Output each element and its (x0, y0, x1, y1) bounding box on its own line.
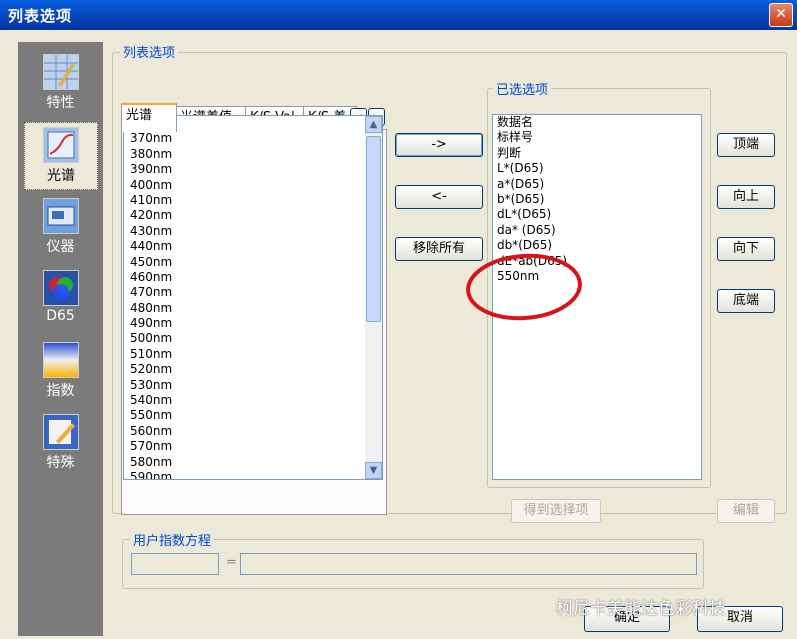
list-item[interactable]: 560nm (124, 424, 382, 439)
sidebar-item-properties[interactable]: 特性 (18, 50, 103, 116)
available-list-scrollbar[interactable]: ▲ ▼ (365, 116, 382, 479)
list-item[interactable]: 550nm (124, 408, 382, 423)
sidebar-item-special[interactable]: 特殊 (18, 410, 103, 476)
instrument-icon (42, 198, 79, 234)
tab-spectrum[interactable]: 光谱 (121, 103, 177, 132)
selected-list-item[interactable]: dL*(D65) (493, 207, 701, 222)
remove-button[interactable]: <- (395, 185, 483, 209)
sidebar-item-label: 指数 (46, 383, 75, 399)
list-item[interactable]: 370nm (124, 131, 382, 146)
selected-list-item[interactable]: a*(D65) (493, 177, 701, 192)
selected-options-legend: 已选选项 (493, 79, 552, 98)
close-button[interactable]: ✕ (769, 3, 793, 27)
pencil-note-icon (42, 414, 79, 450)
list-item[interactable]: 430nm (124, 224, 382, 239)
sidebar-item-instrument[interactable]: 仪器 (18, 194, 103, 260)
sidebar-item-index[interactable]: 指数 (18, 338, 103, 404)
list-item[interactable]: 390nm (124, 162, 382, 177)
move-bottom-button[interactable]: 底端 (717, 289, 775, 313)
selected-list-item[interactable]: 判断 (493, 146, 701, 161)
list-item[interactable]: 380nm (124, 147, 382, 162)
selected-list-item[interactable]: b*(D65) (493, 192, 701, 207)
spectrum-chart-icon (43, 127, 79, 163)
list-item[interactable]: 490nm (124, 316, 382, 331)
list-item[interactable]: 530nm (124, 378, 382, 393)
sidebar-item-label: 光谱 (47, 168, 75, 184)
color-circles-icon (42, 270, 79, 306)
selected-list-item[interactable]: 数据名 (493, 115, 701, 130)
sidebar-item-label: D65 (46, 308, 75, 324)
move-top-button[interactable]: 顶端 (717, 133, 775, 157)
window-title: 列表选项 (8, 7, 73, 25)
list-item[interactable]: 520nm (124, 362, 382, 377)
list-item[interactable]: 410nm (124, 193, 382, 208)
title-bar: 列表选项 ✕ (0, 0, 797, 30)
list-item[interactable]: 580nm (124, 455, 382, 470)
add-button[interactable]: -> (395, 133, 483, 157)
move-down-button[interactable]: 向下 (717, 237, 775, 261)
list-item[interactable]: 590nm (124, 470, 382, 479)
list-item[interactable]: 400nm (124, 178, 382, 193)
sidebar-item-d65[interactable]: D65 (18, 266, 103, 332)
scroll-down-button[interactable]: ▼ (365, 462, 382, 479)
user-formula-legend: 用户指数方程 (130, 530, 215, 549)
selected-list-item[interactable]: 标样号 (493, 130, 701, 145)
selected-list-item[interactable]: L*(D65) (493, 161, 701, 176)
sidebar-item-label: 特殊 (46, 455, 75, 471)
scroll-up-button[interactable]: ▲ (365, 116, 382, 133)
formula-expression-field[interactable] (240, 553, 697, 575)
selected-list-item[interactable]: da* (D65) (493, 223, 701, 238)
list-options-legend: 列表选项 (120, 42, 179, 61)
table-icon (42, 54, 79, 90)
sidebar-item-label: 特性 (46, 95, 75, 111)
watermark-text: 柯尼卡美能达色彩科技 (556, 599, 726, 619)
sidebar-item-label: 仪器 (46, 239, 75, 255)
equals-sign: = (226, 555, 237, 570)
list-item[interactable]: 570nm (124, 439, 382, 454)
dialog-body: 特性 光谱 仪器 D65 指数 特殊 列表选项 光谱 光谱差值 K/S Val … (0, 30, 797, 639)
list-item[interactable]: 420nm (124, 208, 382, 223)
move-up-button[interactable]: 向上 (717, 185, 775, 209)
list-item[interactable]: 450nm (124, 255, 382, 270)
list-item[interactable]: 510nm (124, 347, 382, 362)
sidebar-item-spectrum[interactable]: 光谱 (24, 122, 98, 190)
gradient-index-icon (42, 342, 79, 378)
get-selection-button[interactable]: 得到选择项 (511, 499, 601, 523)
annotation-circle (466, 253, 582, 321)
list-item[interactable]: 460nm (124, 270, 382, 285)
sidebar: 特性 光谱 仪器 D65 指数 特殊 (18, 42, 103, 636)
list-item[interactable]: 500nm (124, 331, 382, 346)
list-item[interactable]: 470nm (124, 285, 382, 300)
formula-name-field[interactable] (131, 553, 219, 575)
list-item[interactable]: 480nm (124, 301, 382, 316)
list-item[interactable]: 540nm (124, 393, 382, 408)
available-items-list[interactable]: 360nm370nm380nm390nm400nm410nm420nm430nm… (123, 115, 383, 480)
scroll-thumb[interactable] (366, 136, 381, 322)
edit-button[interactable]: 编辑 (717, 499, 775, 523)
list-item[interactable]: 440nm (124, 239, 382, 254)
